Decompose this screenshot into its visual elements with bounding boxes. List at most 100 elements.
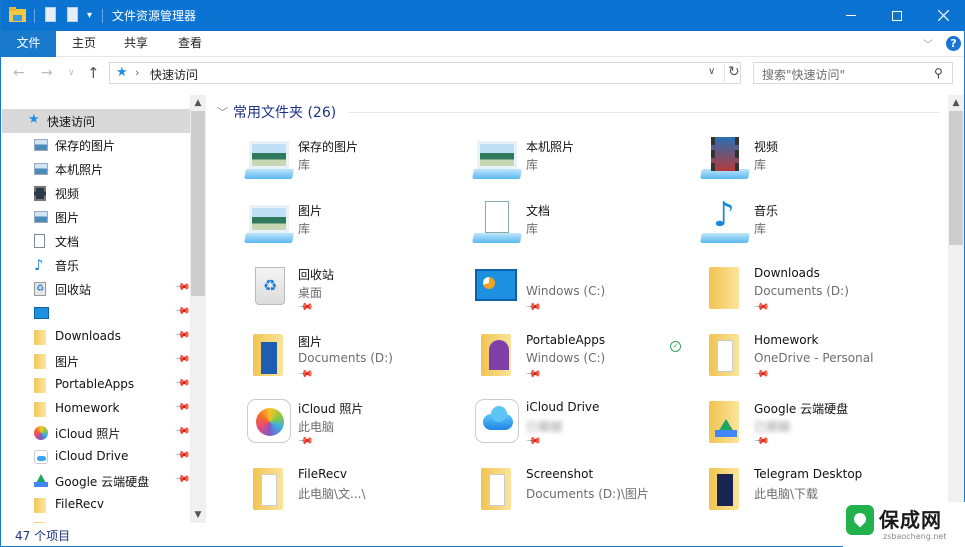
pin-icon[interactable]: 📌: [174, 327, 191, 344]
breadcrumb-quick-access[interactable]: 快速访问: [150, 66, 198, 83]
sidebar-scrollbar-thumb[interactable]: [191, 111, 205, 296]
sidebar-item[interactable]: 文档: [2, 229, 190, 253]
pin-icon[interactable]: 📌: [525, 366, 542, 383]
icloud-drive-icon: [34, 450, 48, 464]
recycle-bin-icon: ♻: [245, 265, 293, 313]
new-folder-icon[interactable]: [67, 7, 78, 22]
pin-icon[interactable]: 📌: [525, 433, 542, 450]
folder-tile[interactable]: PortableApps Windows (C:) 📌: [439, 332, 659, 396]
folder-tile[interactable]: 文档库: [439, 201, 659, 265]
tab-file[interactable]: 文件: [1, 31, 56, 57]
tab-share[interactable]: 共享: [113, 31, 159, 57]
sidebar-item[interactable]: 保存的图片: [2, 133, 190, 157]
pin-icon[interactable]: 📌: [174, 351, 191, 368]
folder-tile[interactable]: Screenshot Documents (D:)\图片: [439, 466, 659, 523]
pin-icon[interactable]: 📌: [297, 366, 314, 383]
pin-icon[interactable]: 📌: [174, 471, 191, 488]
recent-locations-chevron-icon[interactable]: ∨: [68, 68, 75, 78]
sidebar-item-partial[interactable]: [2, 517, 190, 523]
folder-tile[interactable]: 保存的图片库: [211, 137, 431, 201]
tile-name: FileRecv: [298, 467, 347, 481]
tab-view[interactable]: 查看: [167, 31, 213, 57]
scroll-down-icon[interactable]: ▼: [190, 507, 206, 523]
sidebar-scrollbar[interactable]: ▲ ▼: [190, 95, 206, 523]
folder-tile[interactable]: 图片 Documents (D:) 📌: [211, 332, 431, 396]
sidebar-item[interactable]: Downloads 📌: [2, 325, 191, 349]
search-input[interactable]: 搜索"快速访问" ⚲: [753, 62, 953, 84]
sidebar-item[interactable]: 📌: [2, 301, 191, 325]
group-header-frequent-folders[interactable]: ﹀ 常用文件夹 (26): [217, 102, 336, 122]
pin-icon[interactable]: 📌: [174, 279, 191, 296]
pin-icon[interactable]: 📌: [297, 299, 314, 316]
sidebar-item[interactable]: Homework 📌: [2, 397, 191, 421]
sidebar-item[interactable]: ♻ 回收站 📌: [2, 277, 191, 301]
tab-home[interactable]: 主页: [61, 31, 107, 57]
pin-icon[interactable]: 📌: [525, 299, 542, 316]
folder-tile[interactable]: Google 云端硬盘 已模糊 📌: [667, 399, 887, 463]
tile-name: 视频: [754, 140, 779, 154]
content-scrollbar-thumb[interactable]: [949, 111, 963, 245]
pin-icon[interactable]: 📌: [753, 433, 770, 450]
sidebar-item-label: 快速访问: [47, 115, 96, 129]
folder-tile[interactable]: ♪ 音乐库: [667, 195, 887, 265]
tile-name: Screenshot: [526, 467, 594, 481]
folder-icon: [701, 265, 749, 313]
library-videos-icon: [700, 137, 750, 185]
properties-icon[interactable]: [45, 7, 56, 22]
sidebar-item[interactable]: FileRecv: [2, 493, 190, 517]
sidebar-item[interactable]: PortableApps 📌: [2, 373, 191, 397]
sidebar-item[interactable]: iCloud 照片 📌: [2, 421, 191, 445]
google-drive-icon: [701, 399, 749, 447]
sidebar-item[interactable]: ♪ 音乐: [2, 253, 190, 277]
address-bar[interactable]: ★ › 快速访问 ∨ ↻: [109, 62, 741, 84]
folder-tile[interactable]: iCloud 照片 此电脑 📌: [211, 399, 431, 463]
back-arrow-icon[interactable]: ←: [13, 65, 25, 81]
scroll-up-icon[interactable]: ▲: [948, 95, 964, 111]
sidebar-item-label: 图片: [55, 211, 80, 225]
minimize-button[interactable]: [828, 0, 874, 31]
pin-icon[interactable]: 📌: [297, 433, 314, 450]
sync-status-icon: ✓: [670, 341, 681, 352]
up-arrow-icon[interactable]: ↑: [87, 64, 100, 82]
content-scrollbar[interactable]: ▲: [948, 95, 964, 523]
forward-arrow-icon[interactable]: →: [41, 65, 53, 81]
sidebar-item[interactable]: iCloud Drive 📌: [2, 445, 191, 469]
folder-tile[interactable]: iCloud Drive 已模糊 📌: [439, 399, 659, 463]
collapse-chevron-icon[interactable]: ﹀: [217, 104, 228, 120]
close-button[interactable]: [920, 0, 965, 31]
folder-tile[interactable]: ♻ 回收站 桌面 📌: [211, 265, 431, 329]
folder-tile[interactable]: 视频库: [667, 137, 887, 201]
pin-icon[interactable]: 📌: [174, 375, 191, 392]
refresh-icon[interactable]: ↻: [724, 64, 740, 84]
sidebar-item[interactable]: Google 云端硬盘 📌: [2, 469, 191, 493]
customize-quick-access-dropdown-icon[interactable]: ▾: [87, 10, 92, 21]
sidebar-item-quick-access[interactable]: ★ 快速访问: [2, 109, 190, 133]
pin-icon[interactable]: 📌: [174, 447, 191, 464]
library-pictures-icon: [34, 210, 48, 224]
folder-tile[interactable]: 图片库: [211, 201, 431, 265]
pin-icon[interactable]: 📌: [174, 399, 191, 416]
library-pictures-icon: [34, 138, 48, 152]
pin-icon[interactable]: 📌: [174, 423, 191, 440]
address-history-chevron-down-icon[interactable]: ∨: [708, 66, 715, 77]
folder-tile[interactable]: FileRecv 此电脑\文...\: [211, 466, 431, 523]
folder-tile[interactable]: Windows (C:) 📌: [439, 265, 659, 329]
pin-icon[interactable]: 📌: [753, 366, 770, 383]
scroll-up-icon[interactable]: ▲: [190, 95, 206, 111]
pin-icon[interactable]: 📌: [174, 303, 191, 320]
expand-ribbon-chevron-down-icon[interactable]: ﹀: [923, 36, 933, 51]
sidebar-item[interactable]: 视频: [2, 181, 190, 205]
breadcrumb-separator-icon[interactable]: ›: [135, 66, 139, 79]
watermark-title: 保成网: [879, 508, 942, 532]
search-icon[interactable]: ⚲: [934, 66, 943, 80]
maximize-button[interactable]: [874, 0, 920, 31]
explorer-folder-icon[interactable]: [9, 7, 26, 22]
folder-tile[interactable]: 本机照片库: [439, 137, 659, 201]
pin-icon[interactable]: 📌: [753, 299, 770, 316]
sidebar-item[interactable]: 本机照片: [2, 157, 190, 181]
help-icon[interactable]: ?: [946, 36, 961, 51]
folder-tile[interactable]: Downloads Documents (D:) 📌: [667, 265, 887, 329]
folder-tile[interactable]: ✓ Homework OneDrive - Personal 📌: [667, 332, 887, 396]
sidebar-item[interactable]: 图片: [2, 205, 190, 229]
sidebar-item[interactable]: 图片 📌: [2, 349, 191, 373]
